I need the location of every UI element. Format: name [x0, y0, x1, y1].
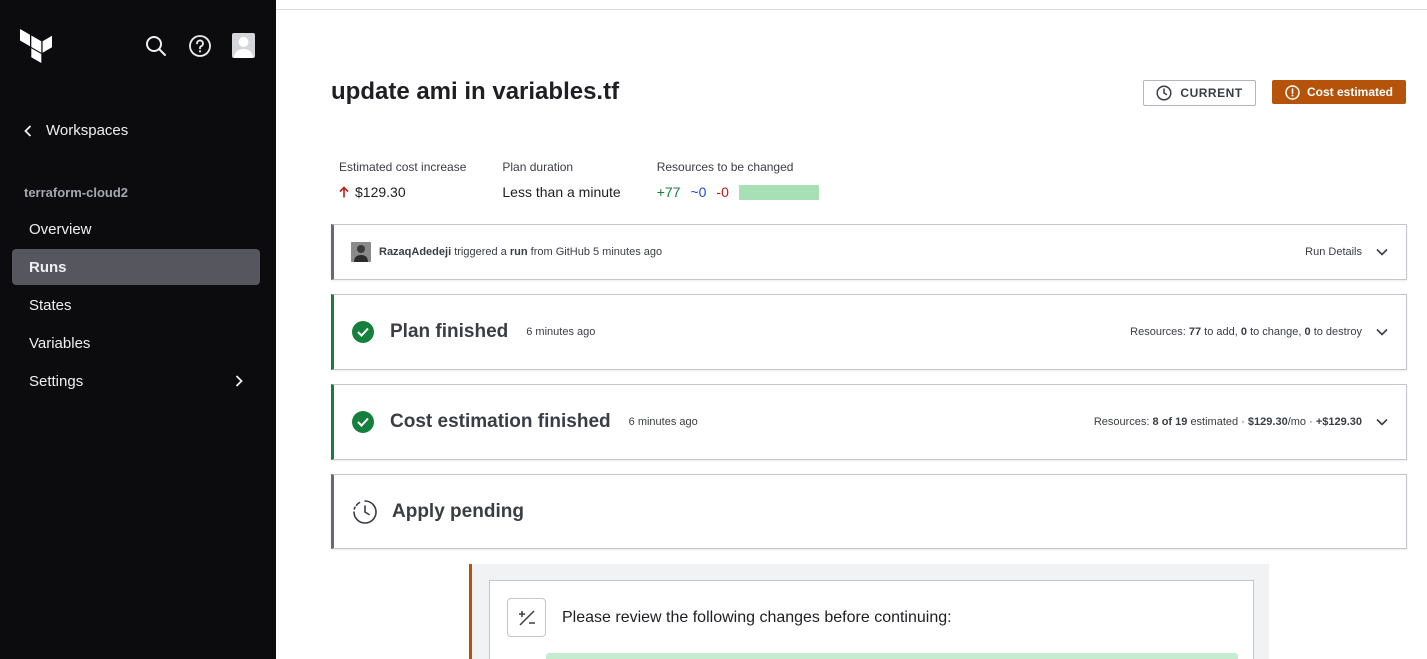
cost-summary: Resources: 8 of 19 estimated · $129.30/m…	[1094, 416, 1388, 428]
trigger-run-word: run	[509, 246, 528, 258]
resource-change-summary: +77 ~0 -0	[657, 184, 819, 200]
sidebar-nav: Overview Runs States Variables Settings	[12, 211, 260, 401]
page-title: update ami in variables.tf	[331, 78, 620, 105]
top-divider	[276, 9, 1427, 10]
sidebar-item-label: Variables	[29, 334, 91, 352]
user-avatar-icon[interactable]	[232, 33, 255, 58]
diff-preview-bar	[546, 653, 1238, 659]
plan-change-text: to change,	[1250, 326, 1302, 338]
current-badge-label: CURRENT	[1180, 86, 1243, 100]
sidebar: Workspaces terraform-cloud2 Overview Run…	[0, 0, 276, 659]
run-stats: Estimated cost increase $129.30 Plan dur…	[339, 160, 855, 200]
workspace-name: terraform-cloud2	[24, 185, 129, 200]
run-trigger-panel[interactable]: RazaqAdedeji triggered a run from GitHub…	[331, 224, 1407, 280]
diff-icon	[507, 598, 546, 637]
plan-add-count: 77	[1188, 326, 1202, 338]
user-avatar-icon	[351, 242, 371, 262]
chevron-down-icon[interactable]	[1376, 328, 1388, 336]
plan-resources-summary: Resources: 77 to add, 0 to change, 0 to …	[1130, 326, 1362, 338]
review-message: Please review the following changes befo…	[562, 609, 952, 626]
current-badge: CURRENT	[1143, 80, 1256, 106]
search-icon[interactable]	[144, 34, 168, 58]
plan-panel[interactable]: Plan finished 6 minutes ago Resources: 7…	[331, 294, 1407, 370]
chevron-right-icon	[235, 375, 243, 387]
review-card: Please review the following changes befo…	[489, 580, 1254, 659]
estimated-text: estimated ·	[1190, 416, 1245, 428]
plan-add-text: to add,	[1204, 326, 1238, 338]
resources-destroy-count: -0	[716, 184, 729, 200]
sidebar-item-settings[interactable]: Settings	[12, 363, 260, 399]
arrow-up-icon	[339, 186, 349, 198]
chevron-left-icon	[24, 124, 32, 137]
sidebar-item-states[interactable]: States	[12, 287, 260, 323]
stat-duration: Plan duration Less than a minute	[502, 160, 620, 200]
back-to-workspaces-link[interactable]: Workspaces	[24, 122, 128, 139]
resources-label: Resources:	[1130, 326, 1186, 338]
cost-resources-summary: Resources: 8 of 19 estimated · $129.30/m…	[1094, 416, 1362, 428]
stat-label: Resources to be changed	[656, 160, 794, 174]
plan-title: Plan finished	[390, 321, 509, 342]
resources-add-count: +77	[656, 184, 681, 200]
plan-duration-value: Less than a minute	[502, 184, 621, 200]
trigger-source: from GitHub 5 minutes ago	[530, 246, 663, 258]
cost-delta: +$129.30	[1315, 416, 1362, 428]
cost-title: Cost estimation finished	[390, 411, 611, 432]
estimated-count: 8 of 19	[1152, 416, 1188, 428]
chevron-down-icon	[1376, 248, 1388, 256]
review-section: Please review the following changes befo…	[469, 564, 1269, 659]
resource-change-bar	[738, 184, 819, 200]
help-icon[interactable]	[188, 34, 212, 58]
monthly-cost: $129.30	[1247, 416, 1288, 428]
sidebar-item-label: States	[29, 296, 72, 314]
trigger-text: triggered a	[454, 246, 507, 258]
per-month-text: /mo ·	[1287, 416, 1313, 428]
plan-destroy-text: to destroy	[1313, 326, 1362, 338]
cost-time: 6 minutes ago	[628, 416, 698, 428]
sidebar-item-label: Runs	[29, 258, 67, 276]
sidebar-item-runs[interactable]: Runs	[12, 249, 260, 285]
plan-destroy-count: 0	[1304, 326, 1311, 338]
alert-circle-icon	[1285, 84, 1300, 100]
check-circle-icon	[352, 321, 374, 343]
stat-value: $129.30	[339, 184, 466, 200]
check-circle-icon	[352, 411, 374, 433]
trigger-user[interactable]: RazaqAdedeji	[379, 246, 451, 258]
clock-pending-icon	[353, 499, 377, 524]
terraform-logo-icon[interactable]	[20, 29, 52, 63]
sidebar-item-label: Settings	[29, 372, 84, 390]
chevron-down-icon[interactable]	[1376, 418, 1388, 426]
cost-increase-value: $129.30	[355, 184, 406, 200]
resources-change-count: ~0	[690, 184, 707, 200]
plan-summary: Resources: 77 to add, 0 to change, 0 to …	[1130, 326, 1388, 338]
stat-label: Plan duration	[502, 160, 574, 174]
status-badge-label: Cost estimated	[1306, 85, 1394, 99]
resources-label: Resources:	[1093, 416, 1150, 428]
apply-panel[interactable]: Apply pending	[331, 474, 1407, 549]
cost-estimation-panel[interactable]: Cost estimation finished 6 minutes ago R…	[331, 384, 1407, 460]
sidebar-item-overview[interactable]: Overview	[12, 211, 260, 247]
run-details-label: Run Details	[1305, 246, 1362, 258]
run-details-toggle[interactable]: Run Details	[1305, 246, 1388, 258]
stat-cost: Estimated cost increase $129.30	[339, 160, 466, 200]
clock-icon	[1156, 85, 1172, 101]
app: Workspaces terraform-cloud2 Overview Run…	[0, 0, 1427, 659]
stat-resources: Resources to be changed +77 ~0 -0	[657, 160, 819, 200]
status-badge: Cost estimated	[1272, 80, 1406, 104]
stat-label: Estimated cost increase	[339, 160, 467, 174]
plan-time: 6 minutes ago	[526, 326, 596, 338]
sidebar-item-variables[interactable]: Variables	[12, 325, 260, 361]
sidebar-item-label: Overview	[29, 220, 92, 238]
plan-change-count: 0	[1240, 326, 1247, 338]
apply-title: Apply pending	[392, 500, 524, 522]
sidebar-top-actions	[144, 33, 255, 58]
back-link-label: Workspaces	[46, 122, 129, 139]
